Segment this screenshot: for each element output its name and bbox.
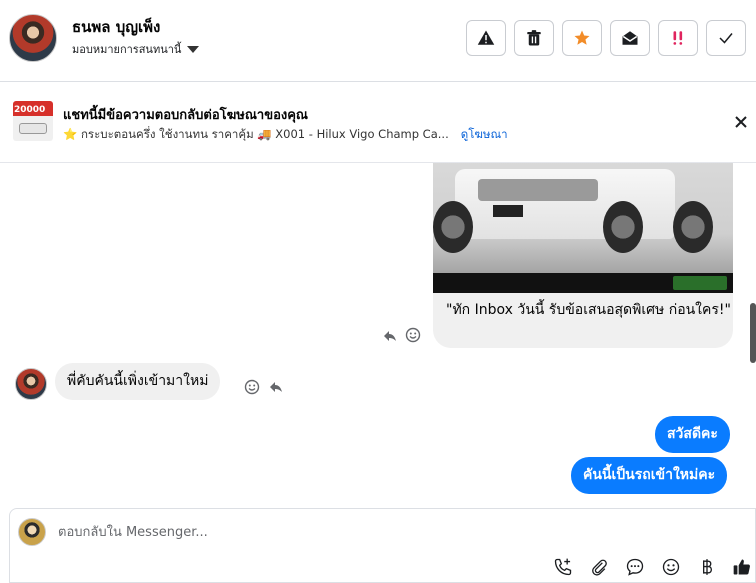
smiley-icon[interactable]	[405, 327, 421, 343]
star-button[interactable]	[562, 20, 602, 56]
truck-wheel	[673, 201, 713, 253]
mark-unread-button[interactable]	[610, 20, 650, 56]
ad-photo-footer	[433, 273, 733, 293]
truck-grille	[478, 179, 598, 201]
inbox-conversation: ธนพล บุญเพ็ง มอบหมายการสนทนานี้ 20000 แช…	[0, 0, 756, 583]
assign-conversation-dropdown[interactable]: มอบหมายการสนทนานี้	[72, 40, 200, 58]
contact-avatar-small[interactable]	[15, 368, 47, 400]
attach-button[interactable]	[589, 557, 609, 577]
reply-icon[interactable]	[382, 328, 398, 344]
ad-thumbnail-price: 20000	[14, 105, 46, 115]
dealer-logo	[673, 276, 727, 290]
reply-composer	[9, 508, 756, 583]
view-ad-link[interactable]: ดูโฆษณา	[461, 126, 508, 144]
car-image	[19, 123, 47, 134]
truck-wheel	[603, 201, 643, 253]
ad-banner-title: แชทนี้มีข้อความตอบกลับต่อโฆษณาของคุณ	[63, 108, 308, 123]
ad-reply-banner: 20000 แชทนี้มีข้อความตอบกลับต่อโฆษณาของค…	[0, 83, 756, 163]
like-button[interactable]	[732, 557, 752, 577]
truck-plate	[493, 205, 523, 217]
priority-button[interactable]	[658, 20, 698, 56]
thumbs-up-icon	[733, 559, 750, 575]
ad-subtitle-text: ⭐ กระบะตอนครึ่ง ใช้งานทน ราคาคุ้ม 🚚 X001…	[63, 127, 449, 141]
ad-card-photo	[433, 163, 733, 293]
emoji-button[interactable]	[661, 557, 681, 577]
scrollbar[interactable]	[750, 303, 756, 363]
ad-message-card[interactable]: "ทัก Inbox วันนี้ รับข้อเสนอสุดพิเศษ ก่อ…	[433, 163, 733, 348]
reply-input[interactable]	[58, 521, 618, 543]
payment-button[interactable]	[697, 557, 717, 577]
contact-avatar[interactable]	[9, 14, 57, 62]
double-exclamation-icon	[673, 31, 683, 45]
ad-banner-subtitle: ⭐ กระบะตอนครึ่ง ใช้งานทน ราคาคุ้ม 🚚 X001…	[63, 126, 508, 144]
ad-thumbnail[interactable]: 20000	[13, 101, 53, 141]
chat-bubble-icon	[626, 558, 644, 576]
check-icon	[719, 33, 733, 44]
done-button[interactable]	[706, 20, 746, 56]
message-thread[interactable]: "ทัก Inbox วันนี้ รับข้อเสนอสุดพิเศษ ก่อ…	[0, 163, 756, 508]
close-icon[interactable]	[733, 114, 749, 130]
paperclip-icon	[592, 559, 607, 576]
incoming-message[interactable]: พี่คับคันนี้เพิ่งเข้ามาใหม่	[55, 363, 221, 400]
truck-wheel	[433, 201, 473, 253]
delete-button[interactable]	[514, 20, 554, 56]
conversation-header: ธนพล บุญเพ็ง มอบหมายการสนทนานี้	[0, 0, 756, 82]
report-button[interactable]	[466, 20, 506, 56]
trash-icon	[527, 30, 541, 46]
envelope-open-icon	[622, 31, 638, 45]
saved-replies-button[interactable]	[625, 557, 645, 577]
star-icon	[574, 30, 590, 45]
outgoing-message[interactable]: สวัสดีคะ	[655, 416, 730, 453]
baht-icon	[703, 559, 713, 575]
smiley-icon	[662, 558, 680, 576]
phone-plus-icon	[554, 558, 572, 576]
outgoing-message[interactable]: คันนี้เป็นรถเข้าใหม่คะ	[571, 457, 728, 494]
ad-card-text: "ทัก Inbox วันนี้ รับข้อเสนอสุดพิเศษ ก่อ…	[446, 302, 731, 318]
chevron-down-icon	[187, 45, 200, 53]
assign-label: มอบหมายการสนทนานี้	[72, 43, 182, 56]
contact-name[interactable]: ธนพล บุญเพ็ง	[72, 15, 160, 39]
warning-icon	[477, 30, 495, 45]
call-button[interactable]	[553, 557, 573, 577]
smiley-icon[interactable]	[244, 379, 260, 395]
page-avatar	[18, 518, 46, 546]
reply-icon[interactable]	[268, 379, 284, 395]
